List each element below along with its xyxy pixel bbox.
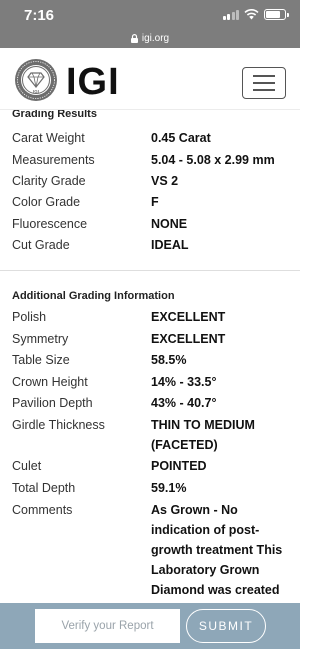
row-label: Fluorescence	[12, 217, 88, 231]
row-value: IDEAL	[151, 238, 189, 252]
row-value: As Grown - No indication of post-growth …	[151, 503, 283, 597]
row-label: Color Grade	[12, 195, 81, 209]
url-text: igi.org	[141, 32, 170, 44]
igi-seal-logo[interactable]: IGI	[14, 58, 58, 102]
row-value: NONE	[151, 217, 188, 231]
lock-icon	[130, 33, 138, 43]
status-icons	[222, 9, 289, 20]
row-label: Pavilion Depth	[12, 396, 93, 410]
row-label: Total Depth	[12, 481, 76, 495]
section-divider	[0, 270, 300, 271]
row-value: EXCELLENT	[151, 310, 226, 324]
igi-logo-text[interactable]: IGI	[66, 61, 120, 104]
row-value: 0.45 Carat	[151, 131, 211, 145]
row-value: 58.5%	[151, 353, 187, 367]
row-label: Clarity Grade	[12, 174, 86, 188]
grading-results-title: Grading Results	[12, 110, 97, 120]
row-label: Measurements	[12, 153, 95, 167]
row-label: Girdle Thickness	[12, 418, 105, 432]
status-bar: 7:16	[0, 0, 300, 28]
row-label: Crown Height	[12, 375, 88, 389]
report-content[interactable]: Grading Results Carat Weight 0.45 Carat …	[0, 110, 300, 603]
row-label: Carat Weight	[12, 131, 85, 145]
additional-info-title: Additional Grading Information	[12, 290, 175, 302]
row-value: THIN TO MEDIUM (FACETED)	[151, 418, 255, 452]
row-value: 59.1%	[151, 481, 187, 495]
row-label: Comments	[12, 503, 73, 517]
row-value: 14% - 33.5°	[151, 375, 217, 389]
row-label: Polish	[12, 310, 47, 324]
row-value: VS 2	[151, 174, 179, 188]
row-label: Symmetry	[12, 332, 69, 346]
status-time: 7:16	[24, 7, 55, 24]
site-header: IGI IGI	[0, 48, 300, 110]
row-value: POINTED	[151, 459, 207, 473]
hamburger-menu-icon[interactable]	[242, 67, 286, 99]
row-label: Table Size	[12, 353, 70, 367]
submit-button[interactable]: SUBMIT	[186, 609, 266, 643]
row-label: Cut Grade	[12, 238, 70, 252]
url-bar[interactable]: igi.org	[0, 28, 300, 48]
row-value: 43% - 40.7°	[151, 396, 217, 410]
row-value: EXCELLENT	[151, 332, 226, 346]
row-value: 5.04 - 5.08 x 2.99 mm	[151, 153, 275, 167]
verify-report-bar: Verify your Report SUBMIT	[0, 603, 300, 649]
svg-text:IGI: IGI	[33, 89, 39, 94]
verify-report-input[interactable]: Verify your Report	[35, 609, 180, 643]
signal-icon	[222, 9, 239, 20]
row-value: F	[151, 195, 159, 209]
wifi-icon	[244, 9, 259, 20]
row-label: Culet	[12, 459, 42, 473]
battery-icon	[264, 9, 289, 20]
